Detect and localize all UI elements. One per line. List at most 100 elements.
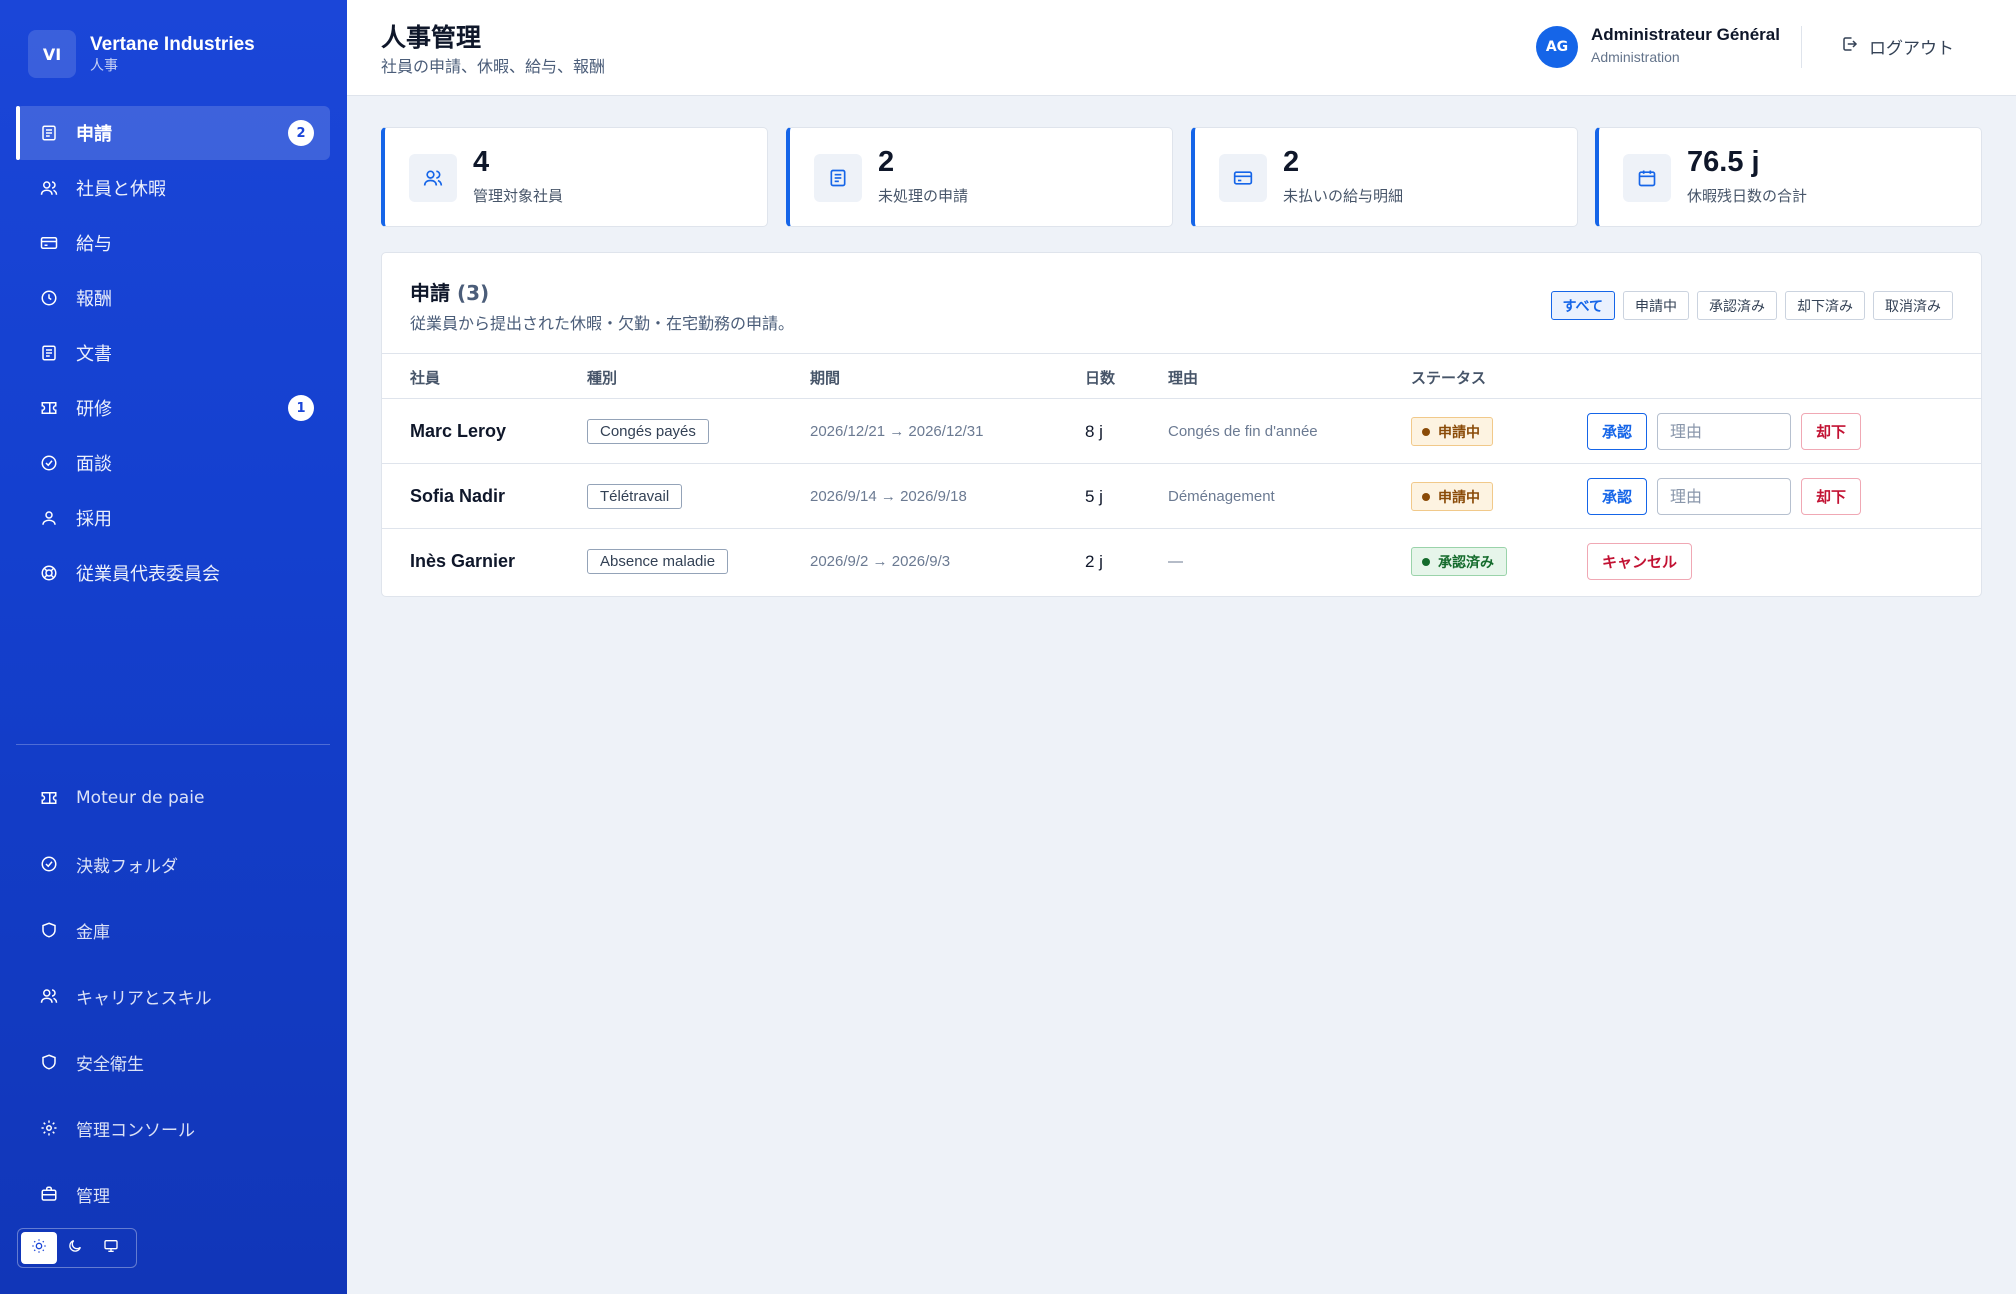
avatar[interactable]: AG: [1536, 26, 1578, 68]
status-badge: 申請中: [1411, 482, 1493, 511]
filter-pending[interactable]: 申請中: [1623, 291, 1689, 320]
column-header-period[interactable]: 期間: [810, 367, 840, 388]
sidebar-item-label: キャリアとスキル: [76, 988, 212, 1009]
cancel-request-button[interactable]: キャンセル: [1587, 543, 1693, 580]
employee-name: Inès Garnier: [410, 551, 516, 571]
briefcase-icon: [40, 1185, 58, 1203]
stat-card-leave-balance: 76.5 j 休暇残日数の合計: [1595, 127, 1982, 227]
approve-button[interactable]: 承認: [1587, 413, 1648, 450]
sidebar-item-compensation[interactable]: 報酬: [16, 271, 330, 325]
document-icon: [814, 154, 862, 202]
status-filters: すべて 申請中 承認済み 却下済み 取消済み: [1543, 291, 1953, 320]
sidebar-item-health-safety[interactable]: 安全衛生: [16, 1029, 330, 1095]
request-reason: Déménagement: [1168, 488, 1275, 505]
sidebar-item-training[interactable]: 研修 1: [16, 381, 330, 435]
stat-card-pending-requests: 2 未処理の申請: [786, 127, 1173, 227]
ticket-icon: [40, 789, 58, 807]
sidebar-item-admin-console[interactable]: 管理コンソール: [16, 1095, 330, 1161]
calendar-icon: [1623, 154, 1671, 202]
request-count: (3): [456, 281, 490, 305]
sidebar: VI Vertane Industries 人事 申請 2 社員と休暇 給与 報…: [0, 0, 347, 1294]
stat-label: 管理対象社員: [473, 187, 564, 205]
sidebar-item-documents[interactable]: 文書: [16, 326, 330, 380]
stat-value: 2: [1283, 146, 1300, 178]
panel-title-label: 申請: [410, 281, 450, 305]
sidebar-item-label: 給与: [76, 234, 112, 255]
filter-cancelled[interactable]: 取消済み: [1873, 291, 1953, 320]
status-badge: 申請中: [1411, 417, 1493, 446]
sidebar-item-label: 報酬: [76, 289, 112, 310]
sun-icon: [31, 1238, 47, 1258]
stat-label: 休暇残日数の合計: [1687, 187, 1808, 205]
sidebar-item-payroll[interactable]: 給与: [16, 216, 330, 270]
approve-button[interactable]: 承認: [1587, 478, 1648, 515]
rejection-reason-input[interactable]: [1657, 413, 1792, 450]
user-icon: [40, 509, 58, 527]
filter-rejected[interactable]: 却下済み: [1785, 291, 1865, 320]
brand-subtitle: 人事: [90, 58, 118, 74]
moon-icon: [67, 1238, 83, 1258]
card-icon: [40, 234, 58, 252]
table-row: Sofia Nadir Télétravail 2026/9/14 → 2026…: [382, 464, 1981, 529]
sidebar-item-label: 採用: [76, 509, 112, 530]
sidebar-item-label: 安全衛生: [76, 1054, 144, 1075]
stat-label: 未払いの給与明細: [1283, 187, 1404, 205]
rejection-reason-input[interactable]: [1657, 478, 1792, 515]
status-label: 承認済み: [1438, 554, 1494, 571]
header-divider: [1801, 26, 1802, 68]
sidebar-item-works-council[interactable]: 従業員代表委員会: [16, 546, 330, 600]
brand-logo: VI: [28, 30, 76, 78]
request-reason: —: [1168, 553, 1183, 570]
request-period: 2026/12/21 → 2026/12/31: [810, 423, 984, 440]
sidebar-item-payroll-engine[interactable]: Moteur de paie: [16, 765, 330, 831]
sidebar-item-requests[interactable]: 申請 2: [16, 106, 330, 160]
panel-subtitle: 従業員から提出された休暇・欠勤・在宅勤務の申請。: [410, 314, 795, 333]
sidebar-item-label: 研修: [76, 399, 112, 420]
document-icon: [40, 124, 58, 142]
shield-icon: [40, 921, 58, 939]
sidebar-item-label: Moteur de paie: [76, 788, 205, 808]
stat-value: 76.5 j: [1687, 146, 1760, 178]
filter-approved[interactable]: 承認済み: [1697, 291, 1777, 320]
secondary-nav: Moteur de paie 決裁フォルダ 金庫 キャリアとスキル 安全衛生 管…: [16, 765, 330, 1227]
column-header-employee[interactable]: 社員: [410, 367, 440, 388]
sidebar-item-management[interactable]: 管理: [16, 1161, 330, 1227]
column-header-status[interactable]: ステータス: [1411, 367, 1486, 388]
sidebar-item-career-skills[interactable]: キャリアとスキル: [16, 963, 330, 1029]
sidebar-item-employees-leave[interactable]: 社員と休暇: [16, 161, 330, 215]
sidebar-item-recruitment[interactable]: 採用: [16, 491, 330, 545]
page-title: 人事管理: [381, 23, 482, 52]
brand[interactable]: VI Vertane Industries 人事: [28, 30, 255, 78]
column-header-type[interactable]: 種別: [587, 367, 617, 388]
stat-card-unpaid-payslips: 2 未払いの給与明細: [1191, 127, 1578, 227]
user-name: Administrateur Général: [1591, 25, 1780, 44]
sidebar-item-vault[interactable]: 金庫: [16, 897, 330, 963]
request-days: 2 j: [1085, 551, 1103, 571]
system-theme-button[interactable]: [93, 1232, 129, 1264]
sidebar-item-label: 管理: [76, 1186, 110, 1207]
sidebar-item-approval-folder[interactable]: 決裁フォルダ: [16, 831, 330, 897]
brand-name: Vertane Industries: [90, 34, 255, 55]
column-header-days[interactable]: 日数: [1085, 367, 1115, 388]
sidebar-item-label: 文書: [76, 344, 112, 365]
filter-all[interactable]: すべて: [1550, 291, 1615, 320]
stat-label: 未処理の申請: [878, 187, 969, 205]
logout-button[interactable]: ログアウト: [1841, 34, 1954, 59]
light-theme-button[interactable]: [21, 1232, 57, 1264]
request-days: 5 j: [1085, 486, 1103, 506]
check-circle-icon: [40, 855, 58, 873]
sidebar-divider: [16, 744, 330, 745]
table-row: Marc Leroy Congés payés 2026/12/21 → 202…: [382, 399, 1981, 464]
reject-button[interactable]: 却下: [1801, 478, 1862, 515]
users-icon: [409, 154, 457, 202]
dark-theme-button[interactable]: [57, 1232, 93, 1264]
sidebar-item-label: 社員と休暇: [76, 179, 166, 200]
logout-label: ログアウト: [1869, 39, 1954, 59]
status-label: 申請中: [1438, 424, 1480, 441]
stat-value: 2: [878, 146, 895, 178]
column-header-reason[interactable]: 理由: [1168, 367, 1198, 388]
request-days: 8 j: [1085, 421, 1103, 441]
sidebar-item-interviews[interactable]: 面談: [16, 436, 330, 490]
reject-button[interactable]: 却下: [1801, 413, 1862, 450]
lifebuoy-icon: [40, 564, 58, 582]
